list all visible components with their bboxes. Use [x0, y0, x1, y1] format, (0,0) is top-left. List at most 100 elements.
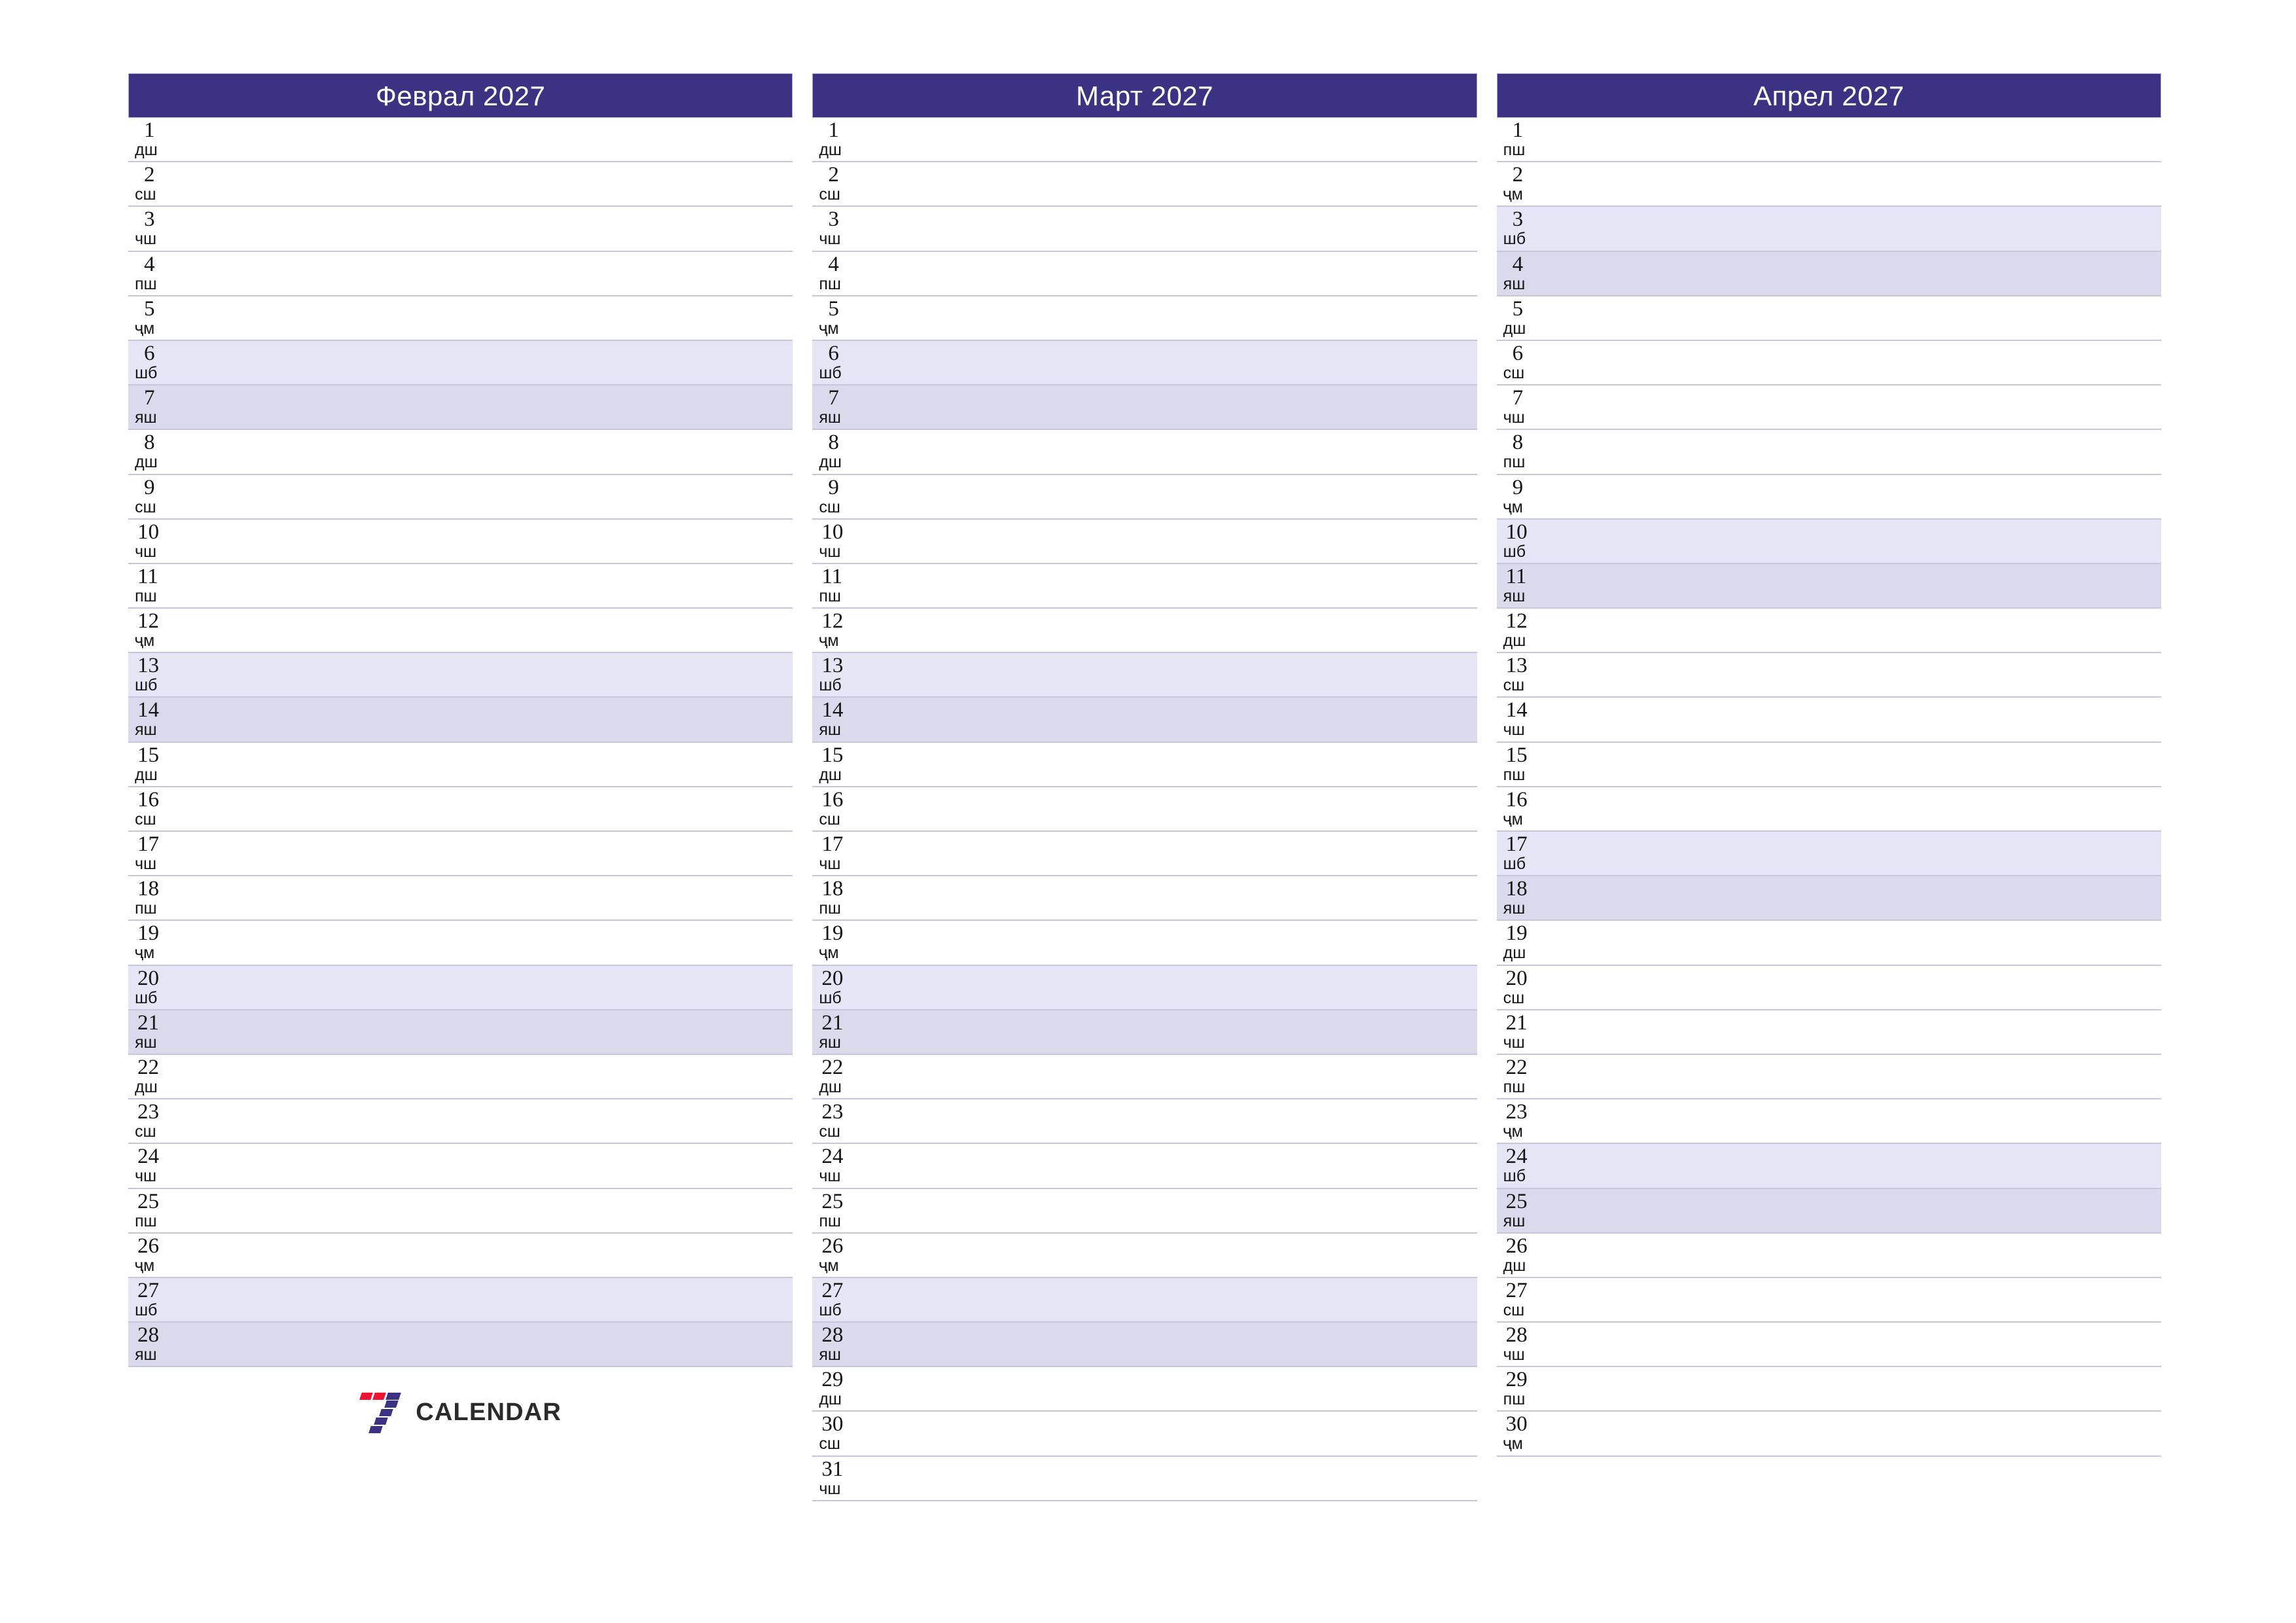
- day-row[interactable]: 25 пш: [812, 1188, 1477, 1234]
- day-note-area[interactable]: [1575, 1323, 2161, 1366]
- day-row[interactable]: 26 дш: [1496, 1233, 2161, 1278]
- day-note-area[interactable]: [207, 520, 793, 563]
- day-row[interactable]: 9 сш: [812, 474, 1477, 520]
- day-note-area[interactable]: [1575, 564, 2161, 607]
- day-note-area[interactable]: [891, 385, 1477, 429]
- day-note-area[interactable]: [891, 1367, 1477, 1410]
- day-note-area[interactable]: [207, 609, 793, 652]
- day-note-area[interactable]: [207, 1234, 793, 1277]
- day-note-area[interactable]: [1575, 1144, 2161, 1187]
- day-row[interactable]: 10 чш: [812, 519, 1477, 564]
- day-row[interactable]: 27 шб: [128, 1277, 793, 1323]
- day-note-area[interactable]: [1575, 698, 2161, 741]
- day-row[interactable]: 15 дш: [812, 742, 1477, 787]
- day-note-area[interactable]: [1575, 341, 2161, 384]
- day-note-area[interactable]: [207, 966, 793, 1009]
- day-note-area[interactable]: [207, 1055, 793, 1098]
- day-row[interactable]: 1 дш: [128, 118, 793, 163]
- day-note-area[interactable]: [891, 698, 1477, 741]
- day-note-area[interactable]: [1575, 743, 2161, 786]
- day-row[interactable]: 12 ҷм: [812, 609, 1477, 654]
- day-note-area[interactable]: [1575, 162, 2161, 205]
- day-note-area[interactable]: [207, 162, 793, 205]
- day-row[interactable]: 12 дш: [1496, 609, 2161, 654]
- day-row[interactable]: 10 чш: [128, 519, 793, 564]
- day-note-area[interactable]: [207, 653, 793, 696]
- day-note-area[interactable]: [1575, 609, 2161, 652]
- day-row[interactable]: 18 яш: [1496, 876, 2161, 921]
- day-row[interactable]: 9 сш: [128, 474, 793, 520]
- day-note-area[interactable]: [891, 832, 1477, 875]
- day-note-area[interactable]: [207, 1010, 793, 1054]
- day-note-area[interactable]: [207, 1278, 793, 1321]
- day-note-area[interactable]: [891, 475, 1477, 518]
- day-row[interactable]: 2 сш: [812, 162, 1477, 207]
- day-row[interactable]: 22 пш: [1496, 1054, 2161, 1100]
- day-note-area[interactable]: [891, 341, 1477, 384]
- day-note-area[interactable]: [891, 1055, 1477, 1098]
- day-note-area[interactable]: [891, 207, 1477, 250]
- day-row[interactable]: 24 шб: [1496, 1144, 2161, 1189]
- day-note-area[interactable]: [1575, 1278, 2161, 1321]
- day-note-area[interactable]: [207, 341, 793, 384]
- day-note-area[interactable]: [1575, 385, 2161, 429]
- day-note-area[interactable]: [1575, 1189, 2161, 1232]
- day-note-area[interactable]: [891, 296, 1477, 340]
- day-note-area[interactable]: [207, 1099, 793, 1143]
- day-row[interactable]: 14 яш: [812, 698, 1477, 743]
- day-row[interactable]: 18 пш: [128, 876, 793, 921]
- day-note-area[interactable]: [1575, 207, 2161, 250]
- day-note-area[interactable]: [891, 609, 1477, 652]
- day-row[interactable]: 11 пш: [812, 563, 1477, 609]
- day-row[interactable]: 22 дш: [812, 1054, 1477, 1100]
- day-row[interactable]: 17 чш: [812, 832, 1477, 877]
- day-note-area[interactable]: [207, 430, 793, 473]
- day-note-area[interactable]: [1575, 118, 2161, 161]
- day-note-area[interactable]: [207, 787, 793, 830]
- day-note-area[interactable]: [1575, 787, 2161, 830]
- day-row[interactable]: 5 ҷм: [128, 296, 793, 341]
- day-note-area[interactable]: [891, 1099, 1477, 1143]
- day-row[interactable]: 29 дш: [812, 1367, 1477, 1412]
- day-row[interactable]: 19 дш: [1496, 921, 2161, 966]
- day-row[interactable]: 9 ҷм: [1496, 474, 2161, 520]
- day-note-area[interactable]: [891, 252, 1477, 295]
- day-note-area[interactable]: [207, 296, 793, 340]
- day-row[interactable]: 7 яш: [128, 385, 793, 431]
- day-note-area[interactable]: [891, 743, 1477, 786]
- day-row[interactable]: 21 яш: [128, 1010, 793, 1055]
- day-note-area[interactable]: [207, 1323, 793, 1366]
- day-note-area[interactable]: [891, 966, 1477, 1009]
- day-row[interactable]: 27 сш: [1496, 1277, 2161, 1323]
- day-row[interactable]: 25 пш: [128, 1188, 793, 1234]
- day-note-area[interactable]: [891, 1457, 1477, 1500]
- day-row[interactable]: 21 чш: [1496, 1010, 2161, 1055]
- day-note-area[interactable]: [1575, 832, 2161, 875]
- day-row[interactable]: 30 сш: [812, 1412, 1477, 1457]
- day-note-area[interactable]: [1575, 520, 2161, 563]
- day-note-area[interactable]: [1575, 1055, 2161, 1098]
- day-row[interactable]: 26 ҷм: [812, 1233, 1477, 1278]
- day-row[interactable]: 7 яш: [812, 385, 1477, 431]
- day-row[interactable]: 25 яш: [1496, 1188, 2161, 1234]
- day-note-area[interactable]: [207, 832, 793, 875]
- day-note-area[interactable]: [891, 787, 1477, 830]
- day-note-area[interactable]: [891, 162, 1477, 205]
- day-note-area[interactable]: [891, 876, 1477, 919]
- day-row[interactable]: 2 ҷм: [1496, 162, 2161, 207]
- day-note-area[interactable]: [1575, 1412, 2161, 1455]
- day-note-area[interactable]: [1575, 653, 2161, 696]
- day-row[interactable]: 1 пш: [1496, 118, 2161, 163]
- day-row[interactable]: 11 яш: [1496, 563, 2161, 609]
- day-row[interactable]: 3 шб: [1496, 207, 2161, 252]
- day-row[interactable]: 31 чш: [812, 1456, 1477, 1501]
- day-row[interactable]: 19 ҷм: [128, 921, 793, 966]
- day-row[interactable]: 23 сш: [128, 1099, 793, 1145]
- day-row[interactable]: 21 яш: [812, 1010, 1477, 1055]
- day-row[interactable]: 29 пш: [1496, 1367, 2161, 1412]
- day-row[interactable]: 5 ҷм: [812, 296, 1477, 341]
- day-row[interactable]: 4 пш: [128, 251, 793, 296]
- day-row[interactable]: 8 дш: [128, 430, 793, 475]
- day-row[interactable]: 15 дш: [128, 742, 793, 787]
- day-note-area[interactable]: [891, 921, 1477, 964]
